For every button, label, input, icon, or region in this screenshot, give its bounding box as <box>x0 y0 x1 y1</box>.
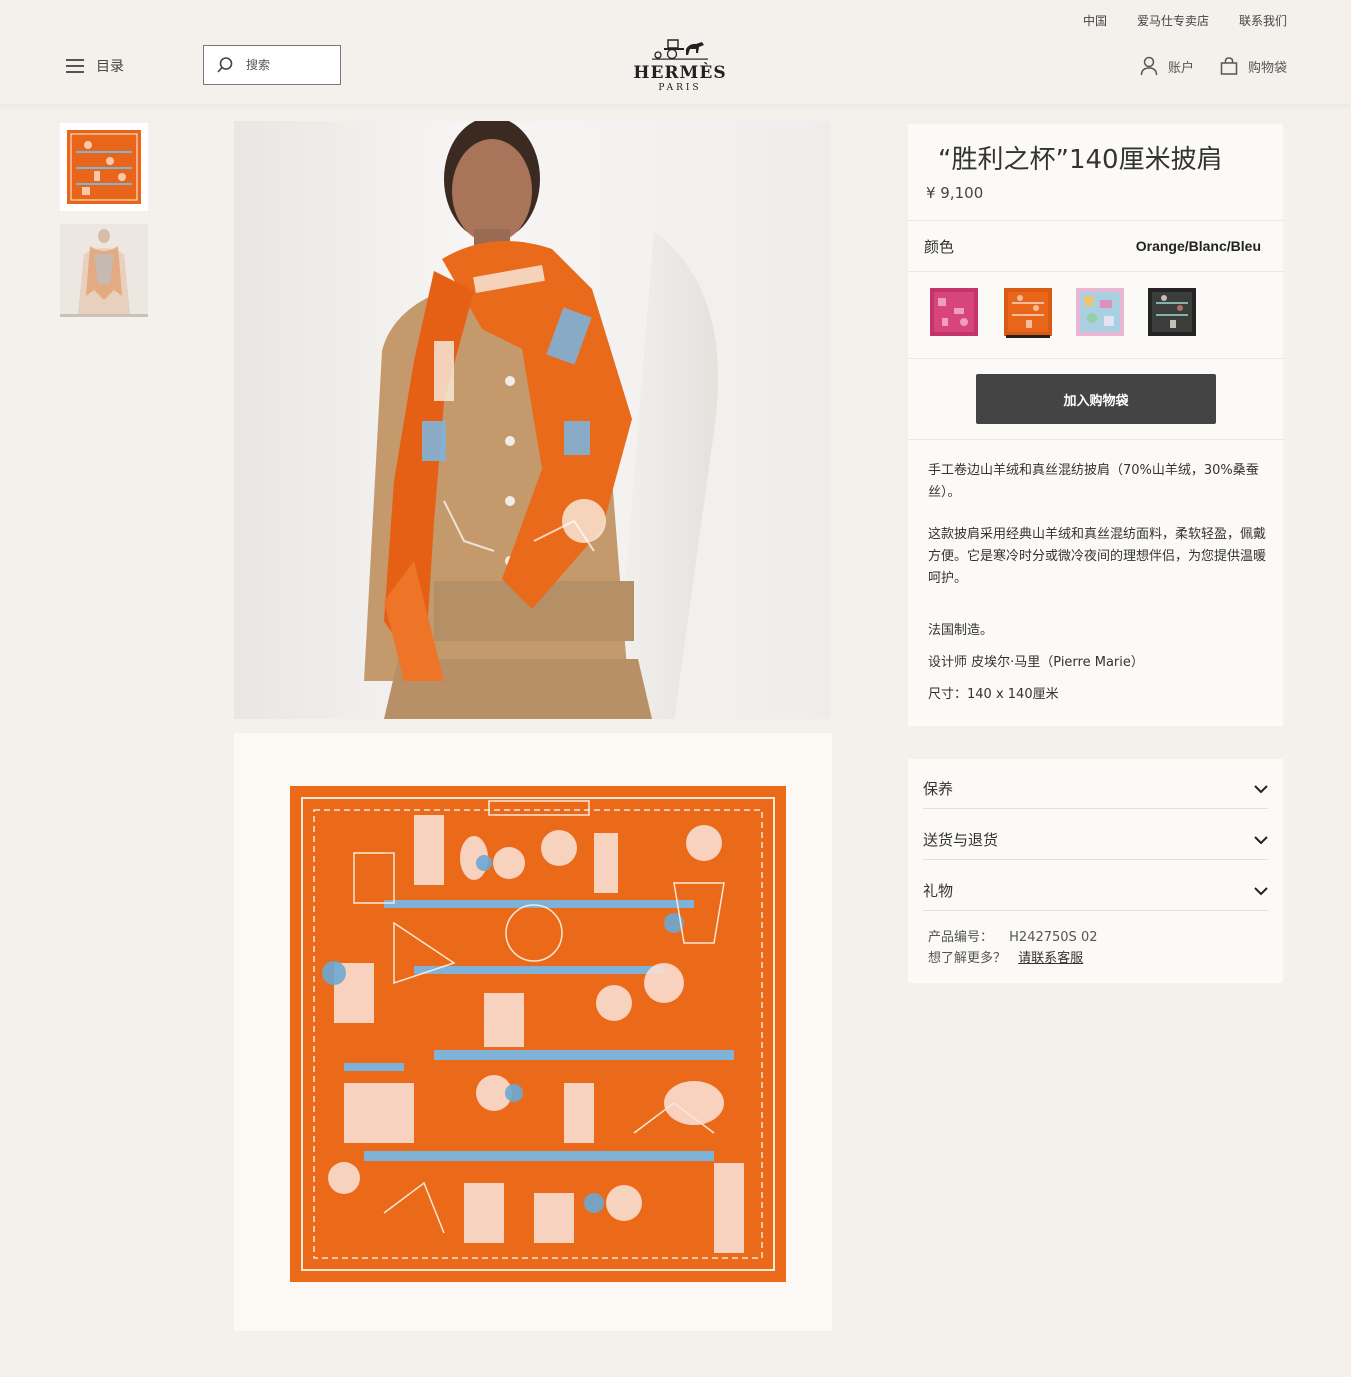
chevron-down-icon <box>1254 835 1268 844</box>
swatch-black[interactable] <box>1148 288 1196 336</box>
more-label: 想了解更多？ <box>928 951 1007 966</box>
cart-button[interactable]: 购物袋 <box>1220 56 1287 76</box>
product-info-panel: “胜利之杯”140厘米披肩 ¥ 9,100 颜色 Orange/Blanc/Bl… <box>908 124 1283 726</box>
search-box[interactable] <box>203 45 341 85</box>
product-photo-model <box>234 121 831 719</box>
model-thumbnail-image <box>60 224 148 314</box>
contact-row: 想了解更多？ 请联系客服 <box>928 948 1097 969</box>
accordion-shipping-label: 送货与退货 <box>923 831 999 849</box>
search-input[interactable] <box>244 57 328 73</box>
scarf-flat-image <box>290 786 786 1282</box>
cart-label: 购物袋 <box>1247 60 1287 76</box>
color-row: 颜色 Orange/Blanc/Bleu <box>908 221 1283 271</box>
chevron-down-icon <box>1254 886 1268 895</box>
header-actions: 账户 购物袋 <box>1140 56 1287 76</box>
accordion-care[interactable]: 保养 <box>923 759 1268 809</box>
menu-label: 目录 <box>96 59 124 75</box>
sku-row: 产品编号： H242750S 02 <box>928 927 1097 948</box>
product-meta: 产品编号： H242750S 02 想了解更多？ 请联系客服 <box>928 927 1097 969</box>
menu-button[interactable]: 目录 <box>66 56 124 76</box>
sku-value: H242750S 02 <box>1009 930 1098 945</box>
thumbnail-scarf[interactable] <box>60 123 148 214</box>
logo-city: PARIS <box>658 83 702 93</box>
account-label: 账户 <box>1167 60 1194 76</box>
description-material: 手工卷边山羊绒和真丝混纺披肩（70%山羊绒，30%桑蚕丝）。 <box>928 463 1259 500</box>
sku-label: 产品编号： <box>928 930 994 945</box>
hermes-logo[interactable]: HERMÈS PARIS <box>628 38 732 93</box>
top-links: 中国 爱马仕专卖店 联系我们 <box>1083 12 1287 29</box>
account-button[interactable]: 账户 <box>1140 56 1194 76</box>
add-to-cart-button[interactable]: 加入购物袋 <box>976 374 1216 424</box>
swatch-multicolor[interactable] <box>1076 288 1124 336</box>
thumbnail-model[interactable] <box>60 224 148 317</box>
shopping-bag-icon <box>1220 57 1238 75</box>
color-label: 颜色 <box>924 237 955 256</box>
made-in: 法国制造。 <box>928 623 994 638</box>
product-photo-scarf <box>234 733 832 1331</box>
description-detail: 这款披肩采用经典山羊绒和真丝混纺面料，柔软轻盈，佩戴方便。它是寒冷时分或微冷夜间… <box>928 527 1267 586</box>
color-value: Orange/Blanc/Bleu <box>1135 238 1261 254</box>
product-title: “胜利之杯”140厘米披肩 <box>938 145 1223 175</box>
swatch-pink[interactable] <box>930 288 978 336</box>
logo-brand: HERMÈS <box>633 63 727 83</box>
search-icon <box>217 57 233 73</box>
scarf-thumbnail-image <box>67 130 141 204</box>
site-header: 中国 爱马仕专卖店 联系我们 目录 HERMÈS PARIS <box>0 0 1351 104</box>
product-price: ¥ 9,100 <box>926 184 984 202</box>
swatch-orange[interactable] <box>1004 288 1052 338</box>
product-extra-panel: 保养 送货与退货 礼物 产品编号： H242750S 02 想了解更多？ 请联系… <box>908 759 1283 983</box>
carriage-logo-icon <box>652 39 708 60</box>
accordion-shipping[interactable]: 送货与退货 <box>923 810 1268 860</box>
accordion-gift-label: 礼物 <box>923 882 954 900</box>
top-link-country[interactable]: 中国 <box>1083 12 1107 29</box>
accordion-gift[interactable]: 礼物 <box>923 861 1268 911</box>
top-link-contact[interactable]: 联系我们 <box>1239 12 1287 29</box>
accordion-care-label: 保养 <box>923 780 954 798</box>
contact-link[interactable]: 请联系客服 <box>1018 951 1083 966</box>
size: 尺寸：140 x 140厘米 <box>928 687 1059 702</box>
model-wearing-scarf-image <box>364 121 718 719</box>
designer: 设计师 皮埃尔·马里（Pierre Marie） <box>928 655 1144 670</box>
product-description: 手工卷边山羊绒和真丝混纺披肩（70%山羊绒，30%桑蚕丝）。 这款披肩采用经典山… <box>908 440 1283 726</box>
color-swatches <box>908 272 1283 358</box>
hamburger-icon <box>66 59 84 73</box>
chevron-down-icon <box>1254 784 1268 793</box>
top-link-stores[interactable]: 爱马仕专卖店 <box>1137 12 1209 29</box>
user-icon <box>1140 56 1158 76</box>
add-to-cart-area: 加入购物袋 <box>908 359 1283 439</box>
